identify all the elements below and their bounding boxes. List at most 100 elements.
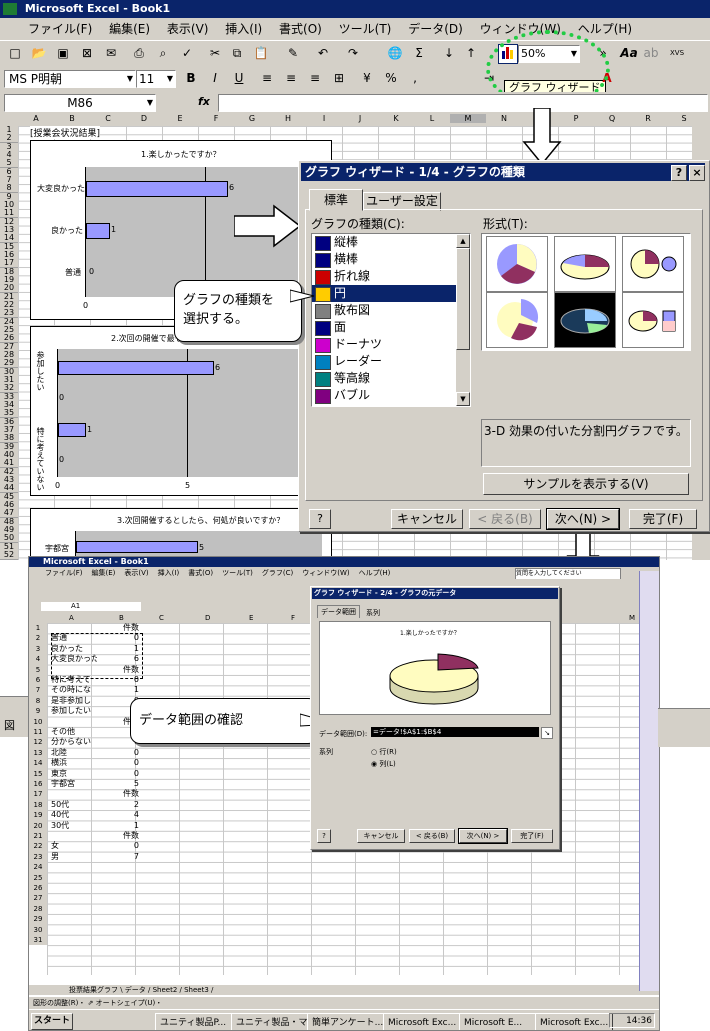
row-number[interactable]: 7 xyxy=(29,685,47,696)
menu-help[interactable]: ヘルプ(H) xyxy=(578,22,632,36)
row-number[interactable]: 17 xyxy=(29,789,47,800)
taskbar-item[interactable]: 簡単アンケート... xyxy=(307,1013,385,1030)
spell-icon[interactable]: ✓ xyxy=(178,44,196,62)
cell-a[interactable]: その他 xyxy=(51,727,97,737)
cell-b[interactable]: 0 xyxy=(97,758,139,768)
list-scrollbar[interactable]: ▲ ▼ xyxy=(456,234,470,406)
screen2-menu-item[interactable]: ヘルプ(H) xyxy=(359,569,391,577)
chart-2[interactable]: 2.次回の開催で最もよ... 参加したい 特に考えていない 6 0 1 0 0 … xyxy=(30,326,332,496)
row-number[interactable]: 31 xyxy=(29,935,47,946)
office-assistant-button[interactable]: ? xyxy=(309,509,331,529)
row-number[interactable]: 18 xyxy=(29,799,47,811)
row-number[interactable]: 22 xyxy=(29,841,47,852)
chart-type-item[interactable]: 横棒 xyxy=(312,251,470,268)
dialog-2-cancel[interactable]: キャンセル xyxy=(357,829,405,843)
row-number[interactable]: 30 xyxy=(29,924,47,935)
italic-icon[interactable]: I xyxy=(206,69,224,87)
col-header-b[interactable]: B xyxy=(54,114,90,123)
chart-type-item[interactable]: 円 xyxy=(312,285,470,302)
dialog-2-tab-range[interactable]: データ範囲 xyxy=(317,605,360,618)
range-input[interactable]: =データ!$A$1:$B$4 xyxy=(371,727,539,737)
chart-type-item[interactable]: ドーナツ xyxy=(312,336,470,353)
scroll-up-icon[interactable]: ▲ xyxy=(456,234,470,248)
preview-icon[interactable]: ⌕ xyxy=(154,44,172,62)
row-number[interactable]: 13 xyxy=(29,747,47,759)
dialog-2-back[interactable]: < 戻る(B) xyxy=(409,829,455,843)
cell-a[interactable]: 参加したい xyxy=(51,706,97,716)
taskbar-item[interactable]: ユニティ製品P... xyxy=(155,1013,233,1030)
row-number[interactable]: 15 xyxy=(29,768,47,779)
next-button[interactable]: 次へ(N) > xyxy=(546,508,620,530)
close-button[interactable]: × xyxy=(689,165,705,181)
row-number[interactable]: 9 xyxy=(29,706,47,717)
col-header-k[interactable]: K xyxy=(378,114,414,123)
row-number[interactable]: 27 xyxy=(29,893,47,904)
preview-sample-button[interactable]: サンプルを表示する(V) xyxy=(483,473,689,495)
cell-b[interactable]: 0 xyxy=(97,748,139,758)
screen2-menu-item[interactable]: ツール(T) xyxy=(222,569,253,577)
chart-3[interactable]: 3.次回開催するとしたら、何処が良いですか？ 宇都宮 5 xyxy=(30,508,332,561)
redo-icon[interactable]: ↷ xyxy=(344,44,362,62)
cell-a[interactable]: 是非参加し xyxy=(51,696,97,706)
hyperlink-icon[interactable]: 🌐 xyxy=(386,44,404,62)
cut-icon[interactable]: ✂ xyxy=(206,44,224,62)
pie-sample-3[interactable] xyxy=(622,236,684,292)
row-number[interactable]: 16 xyxy=(29,779,47,790)
format-samples[interactable] xyxy=(481,233,691,351)
align-center-icon[interactable]: ≡ xyxy=(282,69,300,87)
help-button[interactable]: ? xyxy=(671,165,687,181)
taskbar-item[interactable]: Microsoft E... xyxy=(459,1013,537,1030)
row-number[interactable]: 19 xyxy=(29,810,47,821)
pie-sample-4[interactable] xyxy=(486,292,548,348)
chart-type-item[interactable]: 等高線 xyxy=(312,370,470,387)
row-number[interactable]: 20 xyxy=(29,820,47,831)
bold-icon[interactable]: B xyxy=(182,69,200,87)
col-header-n[interactable]: N xyxy=(486,114,522,123)
screen2-sheet-tabs[interactable]: 投票結果グラフ \ データ / Sheet2 / Sheet3 / xyxy=(29,985,659,995)
row-number[interactable]: 11 xyxy=(29,727,47,738)
dialog-2-help-button[interactable]: ? xyxy=(317,829,331,843)
cell-b[interactable]: 4 xyxy=(97,810,139,820)
chart-type-list[interactable]: 縦棒 横棒 折れ線円散布図面ドーナツ レーダー 等高線 バブル ▲ ▼ xyxy=(311,233,471,407)
menu-view[interactable]: 表示(V) xyxy=(167,22,209,36)
font-select[interactable]: MS P明朝 ▼ xyxy=(4,70,136,88)
col-header-d[interactable]: D xyxy=(126,114,162,123)
row-number[interactable]: 2 xyxy=(29,633,47,644)
textbox-icon[interactable]: ab xyxy=(642,44,660,62)
cancel-button[interactable]: キャンセル xyxy=(391,509,463,529)
paste-icon[interactable]: 📋 xyxy=(252,44,270,62)
row-number[interactable]: 4 xyxy=(29,654,47,665)
screen2-menu-item[interactable]: 書式(O) xyxy=(188,569,213,577)
taskbar-item[interactable]: Microsoft Exc... xyxy=(535,1013,613,1030)
currency-icon[interactable]: ¥ xyxy=(358,69,376,87)
col-header-q[interactable]: Q xyxy=(594,114,630,123)
dialog-2-finish[interactable]: 完了(F) xyxy=(511,829,553,843)
percent-icon[interactable]: % xyxy=(382,69,400,87)
cell-b[interactable]: 0 xyxy=(97,769,139,779)
undo-icon[interactable]: ↶ xyxy=(314,44,332,62)
chart-type-item[interactable]: 散布図 xyxy=(312,302,470,319)
col-header-j[interactable]: J xyxy=(342,114,378,123)
chart-type-item[interactable]: レーダー xyxy=(312,353,470,370)
col-header-l[interactable]: L xyxy=(414,114,450,123)
screen2-menu-item[interactable]: 挿入(I) xyxy=(158,569,180,577)
cell-a[interactable]: 分からない xyxy=(51,737,97,747)
align-left-icon[interactable]: ≡ xyxy=(258,69,276,87)
cell-b[interactable]: 1 xyxy=(97,821,139,831)
screen2-menu-item[interactable]: ウィンドウ(W) xyxy=(302,569,349,577)
chart-type-item[interactable]: 折れ線 xyxy=(312,268,470,285)
col-header-f[interactable]: F xyxy=(198,114,234,123)
tab-standard[interactable]: 標準 xyxy=(309,189,363,211)
screen2-menu-item[interactable]: 表示(V) xyxy=(124,569,148,577)
taskbar-item[interactable]: ユニティ製品・マ... xyxy=(231,1013,309,1030)
row-number[interactable]: 5 xyxy=(29,664,47,675)
cell-a[interactable]: 男 xyxy=(51,852,97,862)
cell-b[interactable]: 件数 xyxy=(97,789,139,799)
pie-sample-6[interactable] xyxy=(622,292,684,348)
col-header-r[interactable]: R xyxy=(630,114,666,123)
row-number[interactable]: 24 xyxy=(29,862,47,873)
chart-type-item[interactable]: バブル xyxy=(312,387,470,404)
cell-a[interactable]: 40代 xyxy=(51,810,97,820)
chart-type-item[interactable]: 縦棒 xyxy=(312,234,470,251)
menu-file[interactable]: ファイル(F) xyxy=(28,22,92,36)
